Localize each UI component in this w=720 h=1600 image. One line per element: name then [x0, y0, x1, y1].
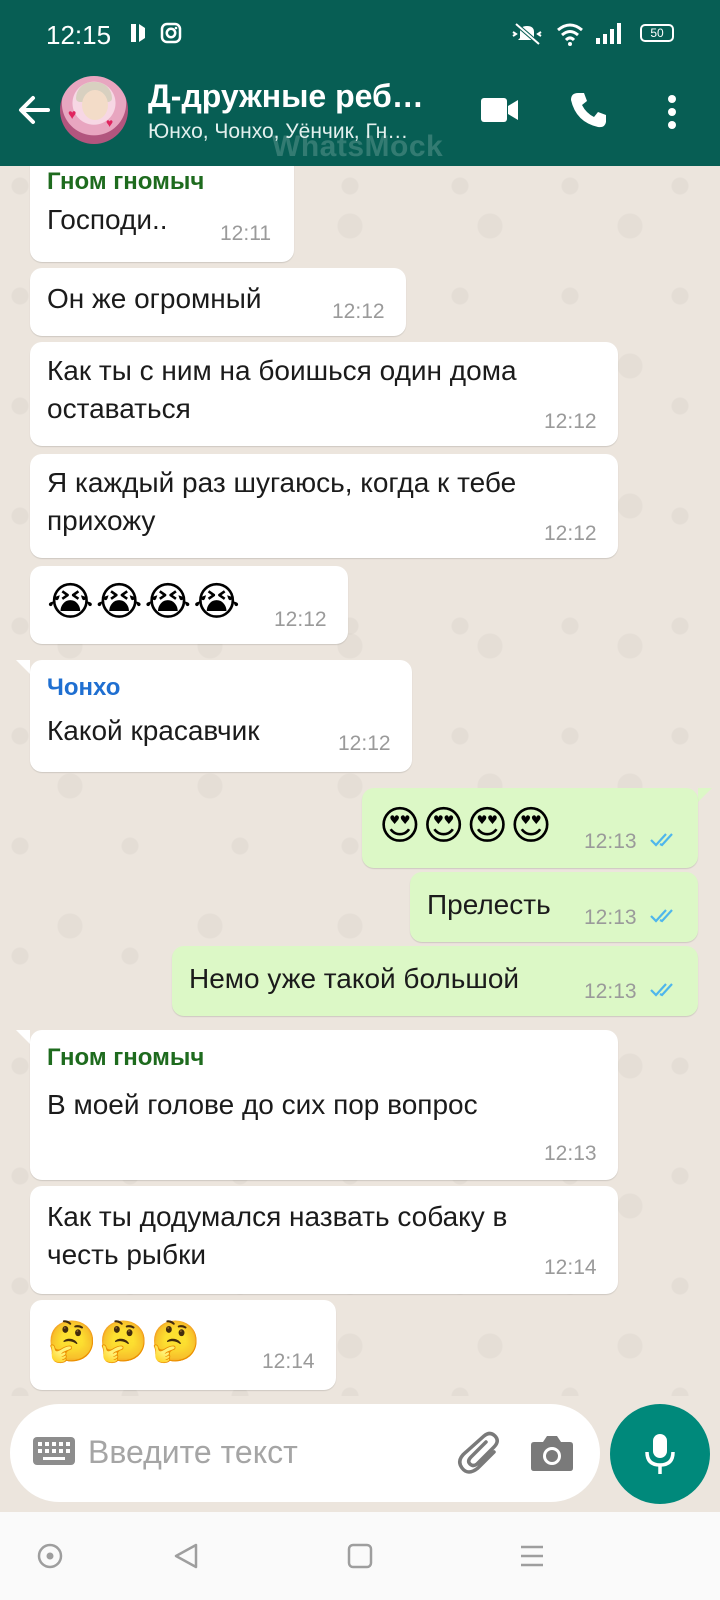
nav-menu-icon[interactable] [518, 1542, 546, 1570]
message-bubble[interactable]: Как ты додумался назвать собаку в честь … [30, 1186, 618, 1294]
message-bubble[interactable]: Немо уже такой большой 12:13 [172, 946, 698, 1016]
message-text: Как ты с ним на боишься один дома [47, 355, 517, 386]
video-call-icon[interactable] [480, 96, 520, 124]
message-time: 12:12 [274, 608, 327, 631]
message-list[interactable]: Гном гномыч Господи.. 12:11 Он же огромн… [0, 166, 720, 1396]
message-bubble[interactable]: 😍😍😍😍 12:13 [362, 788, 698, 868]
message-time: 12:13 [584, 906, 637, 929]
chat-title[interactable]: Д-дружные реб… [148, 78, 424, 115]
voice-record-button[interactable] [610, 1404, 710, 1504]
message-time: 12:11 [220, 222, 271, 245]
message-sender: Гном гномыч [47, 1044, 205, 1071]
message-time: 12:12 [332, 300, 385, 323]
chat-header: ♥ ♥ Д-дружные реб… Юнхо, Чонхо, Уёнчик, Г… [0, 56, 720, 166]
message-time: 12:14 [262, 1350, 315, 1373]
wifi-icon [557, 23, 583, 46]
message-text: Я каждый раз шугаюсь, когда к тебе [47, 467, 517, 498]
message-text: Прелесть [427, 889, 551, 920]
signal-icon [596, 23, 621, 44]
bubble-tail [698, 788, 712, 802]
attach-icon[interactable] [456, 1430, 504, 1478]
read-ticks-icon [650, 833, 673, 847]
message-time: 12:13 [544, 1142, 597, 1165]
message-text: В моей голове до сих пор вопрос [47, 1089, 478, 1120]
message-text: честь рыбки [47, 1239, 206, 1270]
message-bubble[interactable]: Гном гномыч В моей голове до сих пор воп… [30, 1030, 618, 1180]
bubble-tail [16, 1030, 30, 1044]
message-text: Немо уже такой большой [189, 963, 520, 994]
message-bubble[interactable]: Как ты с ним на боишься один дома остава… [30, 342, 618, 446]
status-time: 12:15 [46, 20, 112, 50]
read-ticks-icon [650, 909, 673, 923]
message-bubble[interactable]: 🤔🤔🤔 12:14 [30, 1300, 336, 1390]
message-bubble[interactable]: Он же огромный 12:12 [30, 268, 406, 336]
more-vert-icon[interactable] [666, 94, 678, 130]
battery-indicator: 50 [640, 24, 674, 42]
message-time: 12:12 [544, 410, 597, 433]
message-time: 12:13 [584, 830, 637, 853]
nav-back-icon[interactable] [172, 1542, 200, 1570]
message-bubble[interactable]: Я каждый раз шугаюсь, когда к тебе прихо… [30, 454, 618, 558]
media-icon [131, 24, 145, 42]
message-emoji: 🤔🤔🤔 [47, 1320, 203, 1364]
message-text: Он же огромный [47, 283, 262, 314]
message-bubble[interactable]: Гном гномыч Господи.. 12:11 [30, 166, 294, 262]
keyboard-icon[interactable] [32, 1436, 76, 1466]
nav-assist-icon[interactable] [36, 1542, 64, 1570]
read-ticks-icon [650, 983, 673, 997]
message-emoji: 😍😍😍😍 [379, 804, 554, 848]
message-emoji: 😭😭😭😭 [47, 580, 242, 624]
group-avatar[interactable]: ♥ ♥ [60, 76, 128, 144]
message-text: Господи.. [47, 204, 168, 235]
message-bubble[interactable]: Прелесть 12:13 [410, 872, 698, 942]
camera-icon[interactable] [530, 1434, 574, 1472]
nav-home-icon[interactable] [346, 1542, 374, 1570]
message-text: прихожу [47, 505, 156, 536]
mic-icon [645, 1434, 675, 1474]
message-bubble[interactable]: 😭😭😭😭 12:12 [30, 566, 348, 644]
message-text: Какой красавчик [47, 715, 260, 746]
message-sender: Чонхо [47, 674, 121, 701]
mute-icon [512, 22, 542, 46]
instagram-icon [160, 22, 182, 44]
message-time: 12:12 [338, 732, 391, 755]
message-text: Как ты додумался назвать собаку в [47, 1201, 508, 1232]
message-input[interactable]: Введите текст [88, 1434, 298, 1471]
message-composer[interactable]: Введите текст [10, 1404, 600, 1502]
system-nav-bar [0, 1512, 720, 1600]
voice-call-icon[interactable] [568, 90, 608, 130]
message-time: 12:14 [544, 1256, 597, 1279]
message-time: 12:12 [544, 522, 597, 545]
watermark-text: WhatsMock [272, 130, 444, 163]
message-sender: Гном гномыч [47, 168, 205, 195]
status-bar: 12:15 50 [0, 0, 720, 56]
message-time: 12:13 [584, 980, 637, 1003]
message-bubble[interactable]: Чонхо Какой красавчик 12:12 [30, 660, 412, 772]
bubble-tail [16, 660, 30, 674]
message-text: оставаться [47, 393, 191, 424]
back-arrow-icon[interactable] [14, 90, 54, 130]
